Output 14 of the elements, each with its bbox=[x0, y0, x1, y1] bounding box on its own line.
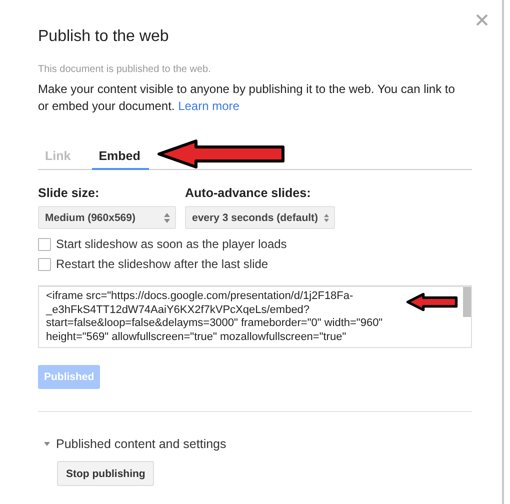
dropdown[interactable]: every 3 seconds (default) bbox=[185, 206, 335, 229]
embed-code-field[interactable]: <iframe src="https://docs.google.com/presentation/d/1j2F18Fa-_e3hFkS4TT12dW74AaiY6KX2f7kVPcXqeLs/embed?start=false&loop=false&delayms=3000" frameborder="0" width="960" height="569" allowfullscreen="true" mozallowfullscreen="true" bbox=[38, 286, 472, 348]
section-toggle[interactable]: Published content and settings bbox=[56, 437, 226, 451]
status-note: This document is published to the web. bbox=[38, 64, 212, 75]
description-text: Make your content visible to anyone by publishing it to the web. You can link to or embed your document. Learn more bbox=[38, 81, 456, 115]
dropdown[interactable]: Medium (960x569) bbox=[38, 206, 176, 229]
tab[interactable]: Embed bbox=[92, 146, 150, 170]
dialog-title: Publish to the web bbox=[38, 28, 170, 46]
field-label: Slide size: bbox=[38, 186, 100, 200]
field-label: Auto-advance slides: bbox=[185, 186, 312, 200]
checkbox-label: Restart the slideshow after the last slide bbox=[56, 257, 268, 271]
stop-publishing-button[interactable]: Stop publishing bbox=[57, 461, 154, 486]
checkbox-label: Start slideshow as soon as the player loads bbox=[56, 237, 287, 251]
learn-more-link[interactable]: Learn more bbox=[178, 99, 240, 113]
